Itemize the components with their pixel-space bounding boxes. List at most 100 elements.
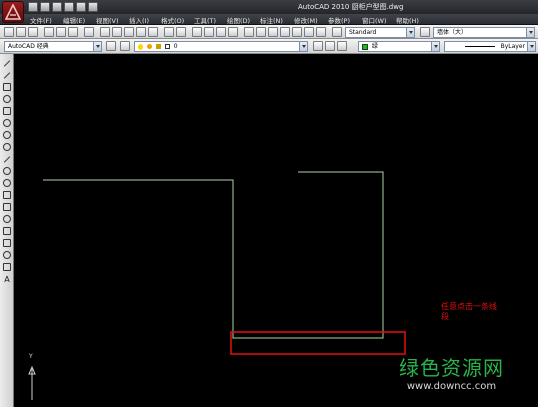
layer-previous-icon[interactable] — [325, 41, 335, 51]
menu-window[interactable]: 窗口(W) — [362, 15, 387, 25]
pan-icon[interactable] — [192, 27, 202, 37]
3d-dwf-icon[interactable] — [84, 27, 94, 37]
chevron-down-icon[interactable] — [526, 28, 534, 37]
save-icon[interactable] — [52, 2, 62, 12]
sun-icon — [146, 44, 152, 49]
zoom-realtime-icon[interactable] — [204, 27, 214, 37]
redo-icon[interactable] — [76, 2, 86, 12]
workspace-value: AutoCAD 经典 — [8, 43, 49, 50]
menu-view[interactable]: 视图(V) — [96, 15, 119, 25]
sheet-set-icon[interactable] — [280, 27, 290, 37]
hatch-icon[interactable] — [2, 226, 12, 236]
menu-help[interactable]: 帮助(H) — [396, 15, 419, 25]
text-style-select[interactable]: Standard — [345, 27, 415, 38]
polyline-left[interactable] — [43, 171, 384, 339]
polygon-icon[interactable] — [2, 94, 12, 104]
copy-icon[interactable] — [112, 27, 122, 37]
linetype-sample — [464, 46, 495, 47]
watermark-title: 绿色资源网 — [399, 356, 504, 380]
gradient-icon[interactable] — [2, 238, 12, 248]
chevron-down-icon[interactable] — [527, 42, 535, 51]
title-bar: AutoCAD 2010 厨柜户型图.dwg — [0, 0, 538, 23]
layer-select[interactable]: 0 — [134, 41, 308, 52]
point-icon[interactable] — [2, 214, 12, 224]
tool-palettes-icon[interactable] — [268, 27, 278, 37]
circle-icon[interactable] — [2, 130, 12, 140]
color-value: 绿 — [371, 43, 378, 50]
menu-dimension[interactable]: 标注(N) — [260, 15, 283, 25]
region-icon[interactable] — [2, 250, 12, 260]
table-icon[interactable] — [2, 262, 12, 272]
chevron-down-icon[interactable] — [93, 42, 101, 51]
menu-tools[interactable]: 工具(T) — [194, 15, 216, 25]
paste-icon[interactable] — [124, 27, 134, 37]
workspace-select[interactable]: AutoCAD 经典 — [4, 41, 102, 52]
undo-icon[interactable] — [164, 27, 174, 37]
lock-icon — [155, 44, 161, 49]
arc-icon[interactable] — [2, 118, 12, 128]
linetype-value: ByLayer — [500, 43, 525, 50]
lightbulb-icon — [138, 43, 143, 50]
menu-edit[interactable]: 编辑(E) — [63, 15, 85, 25]
markup-icon[interactable] — [292, 27, 302, 37]
layer-state-icon[interactable] — [337, 41, 347, 51]
undo-icon[interactable] — [64, 2, 74, 12]
drawing-geometry — [43, 171, 406, 355]
redo-icon[interactable] — [176, 27, 186, 37]
open-icon[interactable] — [16, 27, 26, 37]
make-block-icon[interactable] — [2, 202, 12, 212]
menu-modify[interactable]: 修改(M) — [294, 15, 318, 25]
quickcalc-icon[interactable] — [304, 27, 314, 37]
text-style-icon[interactable] — [332, 27, 342, 37]
ucs-y-label: Y — [29, 353, 33, 360]
dimension-style-icon[interactable] — [420, 27, 430, 37]
instruction-annotation: 任意点击一条线段 — [441, 302, 497, 321]
chevron-down-icon[interactable] — [299, 42, 307, 51]
cut-icon[interactable] — [100, 27, 110, 37]
spline-icon[interactable] — [2, 154, 12, 164]
save-icon[interactable] — [28, 27, 38, 37]
autocad-logo-icon — [5, 4, 21, 20]
layer-properties-icon[interactable] — [120, 41, 130, 51]
drawing-canvas[interactable] — [15, 54, 538, 407]
insert-block-icon[interactable] — [2, 190, 12, 200]
layers-properties-toolbar: AutoCAD 经典 0 绿 ByLayer — [0, 39, 538, 54]
chevron-down-icon[interactable] — [431, 42, 439, 51]
publish-icon[interactable] — [68, 27, 78, 37]
match-properties-icon[interactable] — [136, 27, 146, 37]
application-menu-button[interactable] — [2, 1, 24, 23]
zoom-window-icon[interactable] — [216, 27, 226, 37]
polyline-icon[interactable] — [2, 82, 12, 92]
menu-insert[interactable]: 插入(I) — [129, 15, 149, 25]
plot-preview-icon[interactable] — [56, 27, 66, 37]
block-editor-icon[interactable] — [148, 27, 158, 37]
text-style-value: Standard — [349, 29, 377, 36]
menu-draw[interactable]: 绘图(D) — [227, 15, 250, 25]
help-icon[interactable] — [316, 27, 326, 37]
construction-line-icon[interactable] — [2, 70, 12, 80]
ellipse-arc-icon[interactable] — [2, 178, 12, 188]
chevron-down-icon[interactable] — [406, 28, 414, 37]
zoom-previous-icon[interactable] — [228, 27, 238, 37]
plot-icon[interactable] — [44, 27, 54, 37]
dimension-style-select[interactable]: 墙体（大） — [433, 27, 535, 38]
rectangle-icon[interactable] — [2, 106, 12, 116]
new-icon[interactable] — [4, 27, 14, 37]
menu-file[interactable]: 文件(F) — [30, 15, 52, 25]
color-select[interactable]: 绿 — [358, 41, 440, 52]
revision-cloud-icon[interactable] — [2, 142, 12, 152]
ellipse-icon[interactable] — [2, 166, 12, 176]
new-file-icon[interactable] — [28, 2, 38, 12]
print-icon[interactable] — [88, 2, 98, 12]
line-tool-icon[interactable] — [2, 58, 12, 68]
properties-icon[interactable] — [244, 27, 254, 37]
design-center-icon[interactable] — [256, 27, 266, 37]
open-file-icon[interactable] — [40, 2, 50, 12]
workspace-settings-icon[interactable] — [106, 41, 116, 51]
multiline-text-icon[interactable]: A — [2, 274, 12, 284]
selection-highlight-box — [230, 331, 406, 355]
menu-format[interactable]: 格式(O) — [161, 15, 184, 25]
linetype-select[interactable]: ByLayer — [444, 41, 536, 52]
make-current-layer-icon[interactable] — [313, 41, 323, 51]
menu-parametric[interactable]: 参数(P) — [328, 15, 350, 25]
